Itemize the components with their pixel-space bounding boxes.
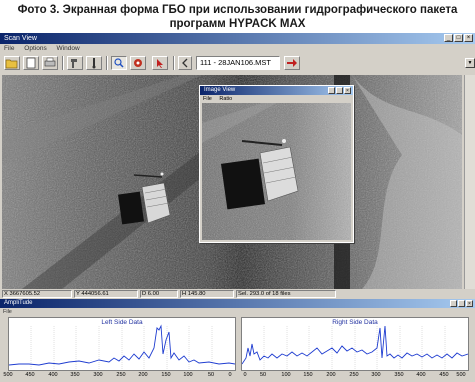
left-axis-tick: 350 [70,372,80,378]
status-selection: Sel. 293.0 of 18 files [236,290,336,298]
right-x-axis: 0 50 100 150 200 250 300 350 400 450 500 [241,370,469,380]
toolbar-separator [173,56,175,70]
main-window-title: Scan View [4,35,37,42]
left-axis-tick: 0 [228,372,232,378]
right-axis-tick: 150 [303,372,313,378]
window-controls: _ □ × [444,34,473,42]
main-toolbar: 111 - 28JAN106.MST ▼ [0,53,475,74]
chevron-down-icon[interactable]: ▼ [465,58,475,68]
amplitude-minimize-button[interactable] [450,299,457,307]
left-axis-tick: 50 [207,372,215,378]
image-view-menu-ratio[interactable]: Ratio [219,96,232,102]
amplitude-maximize-button[interactable] [458,299,465,307]
arrow-icon[interactable] [284,56,300,70]
left-amplitude-trace [9,324,235,366]
left-axis-tick: 500 [3,372,13,378]
file-selector-value: 111 - 28JAN106.MST [200,58,272,67]
left-x-axis: 500 450 400 350 300 250 200 150 100 50 0 [3,370,236,380]
image-view-controls: × [328,86,351,94]
close-button[interactable]: × [464,34,473,42]
image-view-window[interactable]: Image View × File Ratio [199,85,354,243]
minimize-button[interactable]: _ [444,34,453,42]
right-axis-tick: 50 [259,372,267,378]
pointer-icon[interactable] [152,56,168,70]
caption-line-2: программ HYPACK MAX [169,18,306,30]
menu-file[interactable]: File [4,45,14,52]
right-axis-tick: 300 [371,372,381,378]
right-axis-tick: 100 [281,372,291,378]
amplitude-title: AmpliTude [4,300,33,306]
right-axis-tick: 500 [456,372,466,378]
right-axis-tick: 450 [439,372,449,378]
amplitude-controls: × [450,299,473,307]
toolbar-separator [62,56,64,70]
image-view-minimize-button[interactable] [328,86,335,94]
new-file-icon[interactable] [23,56,39,70]
amplitude-menu-file[interactable]: File [3,309,12,315]
image-view-close-button[interactable]: × [344,86,351,94]
left-axis-tick: 250 [116,372,126,378]
zoom-icon[interactable] [111,56,127,70]
amplitude-window: AmpliTude × File Left Side Data Right Si… [0,299,475,382]
menu-options[interactable]: Options [24,45,46,52]
amplitude-titlebar[interactable]: AmpliTude × [0,299,475,308]
left-axis-tick: 200 [138,372,148,378]
main-titlebar: Scan View _ □ × [0,33,475,44]
image-view-menu-file[interactable]: File [203,96,212,102]
main-menubar: File Options Window [0,44,475,53]
open-folder-icon[interactable] [4,56,20,70]
image-view-maximize-button[interactable] [336,86,343,94]
caption-line-1: Фото 3. Экранная форма ГБО при использов… [17,4,458,16]
status-bar: X 3667605.52 Y 444056.61 D 6.00 H 145.80… [2,290,473,299]
left-axis-tick: 100 [183,372,193,378]
left-axis-tick: 150 [161,372,171,378]
file-selector[interactable]: 111 - 28JAN106.MST ▼ [196,56,475,70]
app-screen: Scan View _ □ × File Options Window 111 … [0,33,475,382]
status-y: Y 444056.61 [74,290,138,298]
status-heading: H 145.80 [180,290,234,298]
right-axis-tick: 350 [394,372,404,378]
amplitude-close-button[interactable]: × [466,299,473,307]
right-axis-tick: 400 [416,372,426,378]
left-axis-tick: 400 [48,372,58,378]
status-depth: D 6.00 [140,290,178,298]
image-view-title: Image View [204,87,236,93]
left-side-plot: Left Side Data [8,317,236,371]
toolbar-separator [106,56,108,70]
marker-icon[interactable] [86,56,102,70]
figure-caption: Фото 3. Экранная форма ГБО при использов… [0,0,475,33]
right-side-plot: Right Side Data [241,317,469,371]
amplitude-menubar: File [0,308,475,316]
image-view-canvas[interactable] [202,103,351,240]
vertical-scrollbar[interactable] [464,75,475,289]
menu-window[interactable]: Window [57,45,80,52]
back-arrow-icon[interactable] [178,56,192,70]
image-view-titlebar[interactable]: Image View × [200,86,353,95]
left-axis-tick: 450 [25,372,35,378]
maximize-button[interactable]: □ [454,34,463,42]
tool-icon[interactable] [67,56,83,70]
print-icon[interactable] [42,56,58,70]
left-axis-tick: 300 [93,372,103,378]
target-icon[interactable] [130,56,146,70]
image-view-menubar: File Ratio [200,95,353,103]
right-axis-tick: 250 [349,372,359,378]
right-axis-tick: 200 [326,372,336,378]
status-x: X 3667605.52 [2,290,72,298]
right-axis-tick: 0 [243,372,247,378]
